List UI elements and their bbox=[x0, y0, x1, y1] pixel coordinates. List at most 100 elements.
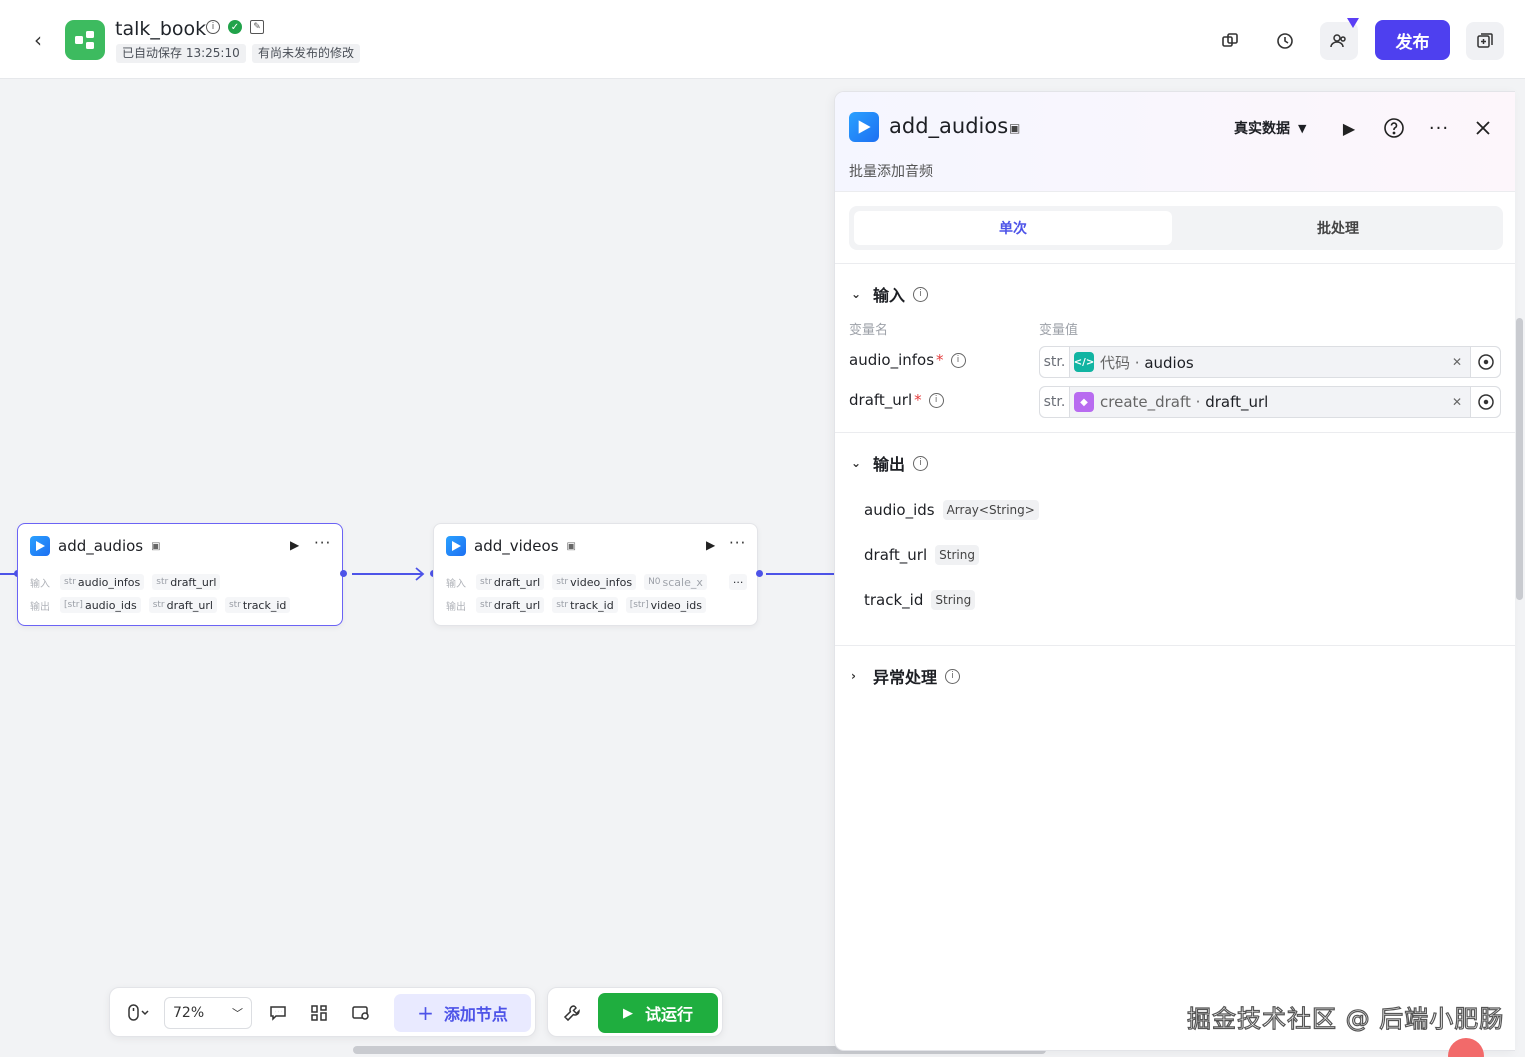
run-icon[interactable]: ▶ bbox=[1335, 114, 1363, 142]
mode-tabs: 单次 批处理 bbox=[849, 206, 1503, 250]
target-icon[interactable] bbox=[1470, 347, 1500, 377]
info-icon[interactable]: i bbox=[913, 286, 929, 302]
type-tag: Array<String> bbox=[942, 500, 1039, 520]
edge-audios-videos bbox=[352, 573, 422, 575]
node-run-icon[interactable]: ▶ bbox=[706, 538, 715, 552]
var-reference: create_draft · draft_url bbox=[1100, 393, 1269, 411]
add-node-button[interactable]: + 添加节点 bbox=[394, 994, 531, 1032]
zoom-value: 72% bbox=[173, 1005, 205, 1021]
more-params-chip[interactable]: ··· bbox=[728, 574, 748, 590]
more-icon[interactable]: ··· bbox=[1425, 114, 1453, 142]
edit-icon[interactable]: ✎ bbox=[250, 20, 264, 34]
panel-header bbox=[835, 92, 1515, 192]
node-run-icon[interactable]: ▶ bbox=[290, 538, 299, 552]
caret-down-icon: ▼ bbox=[1298, 121, 1307, 135]
port-audios-out[interactable] bbox=[340, 570, 347, 577]
app-logo bbox=[65, 20, 105, 60]
chevron-down-icon: ⌄ bbox=[851, 456, 862, 470]
run-toolbar: ▶ 试运行 bbox=[547, 987, 723, 1037]
param-chip: str video_infos bbox=[552, 574, 637, 590]
data-source-value: 真实数据 bbox=[1234, 121, 1290, 137]
close-icon[interactable] bbox=[1469, 114, 1497, 142]
node-add-videos[interactable]: add_videos ▣ ▶ ··· 输入 str draft_url str vi… bbox=[433, 523, 758, 626]
info-icon[interactable]: i bbox=[206, 20, 220, 34]
chevron-right-icon: › bbox=[851, 669, 856, 683]
edge-out-videos bbox=[766, 573, 834, 575]
autosave-tag: 已自动保存 13:25:10 bbox=[116, 44, 246, 63]
input-row-label: 输入 bbox=[30, 578, 50, 590]
vertical-scrollbar[interactable] bbox=[1516, 318, 1523, 600]
top-bar: ‹ talk_book i ✓ ✎ 已自动保存 13:25:10 有尚未发布的修… bbox=[0, 0, 1525, 79]
comment-icon[interactable] bbox=[262, 997, 294, 1029]
chevron-down-icon: ﹀ bbox=[232, 1007, 243, 1020]
column-label-value: 变量值 bbox=[1039, 323, 1079, 338]
node-more-icon[interactable]: ··· bbox=[729, 534, 746, 552]
output-var: draft_url String bbox=[864, 545, 979, 565]
target-icon[interactable] bbox=[1470, 387, 1500, 417]
input-heading: 输入 bbox=[873, 286, 906, 305]
output-section-header[interactable]: ⌄ 输出 i bbox=[851, 451, 929, 475]
output-row-label: 输出 bbox=[446, 601, 466, 613]
param-chip: str track_id bbox=[224, 597, 291, 613]
column-label-name: 变量名 bbox=[849, 323, 889, 338]
type-tag: String bbox=[935, 545, 979, 565]
info-icon[interactable]: i bbox=[913, 455, 929, 471]
input-section-header[interactable]: ⌄ 输入 i bbox=[851, 282, 929, 306]
node-title: add_audios bbox=[58, 537, 144, 555]
plugin-icon bbox=[446, 536, 466, 556]
panel-toggle-icon[interactable] bbox=[1466, 22, 1504, 60]
watermark: 掘金技术社区 @ 后端小肥肠 bbox=[1186, 1004, 1505, 1033]
publish-button[interactable]: 发布 bbox=[1375, 20, 1450, 60]
wrench-icon[interactable] bbox=[556, 997, 588, 1029]
divider bbox=[835, 645, 1515, 646]
back-icon[interactable]: ‹ bbox=[26, 28, 50, 52]
param-chip: str draft_url bbox=[152, 574, 221, 590]
minimap-icon[interactable] bbox=[345, 997, 377, 1029]
node-more-icon[interactable]: ··· bbox=[314, 534, 331, 552]
port-videos-out[interactable] bbox=[756, 570, 763, 577]
node-title: add_videos bbox=[474, 537, 559, 555]
mouse-mode-icon[interactable] bbox=[120, 997, 156, 1029]
trial-run-button[interactable]: ▶ 试运行 bbox=[598, 993, 718, 1033]
node-config-panel: add_audios ▣ 批量添加音频 真实数据 ▼ ▶ ··· 单次 批处理 … bbox=[834, 91, 1515, 1051]
info-icon[interactable]: i bbox=[945, 668, 961, 684]
param-chip: N0 scale_x bbox=[644, 574, 707, 590]
clear-icon[interactable]: ✕ bbox=[1452, 395, 1462, 409]
panel-description: 批量添加音频 bbox=[849, 164, 933, 180]
panel-title: add_audios bbox=[889, 114, 1009, 138]
type-label: str. bbox=[1040, 387, 1070, 417]
copy-icon[interactable] bbox=[1211, 22, 1249, 60]
code-node-icon: </> bbox=[1074, 352, 1094, 372]
tab-single[interactable]: 单次 bbox=[854, 211, 1172, 245]
app-title: talk_book bbox=[115, 18, 207, 40]
info-icon[interactable]: i bbox=[928, 392, 944, 408]
clear-icon[interactable]: ✕ bbox=[1452, 355, 1462, 369]
var-value-draft-url[interactable]: str. ◆ create_draft · draft_url ✕ bbox=[1039, 386, 1501, 418]
exception-section-header[interactable]: › 异常处理 i bbox=[851, 664, 961, 688]
help-icon[interactable] bbox=[1380, 114, 1408, 142]
divider bbox=[835, 432, 1515, 433]
history-icon[interactable] bbox=[1266, 22, 1304, 60]
play-icon: ▶ bbox=[622, 1005, 633, 1021]
data-source-select[interactable]: 真实数据 ▼ bbox=[1234, 118, 1306, 138]
canvas-toolbar: 72% ﹀ + 添加节点 bbox=[109, 987, 536, 1037]
param-chip: str track_id bbox=[552, 597, 618, 613]
layout-icon[interactable] bbox=[303, 997, 335, 1029]
var-reference: 代码 · audios bbox=[1100, 353, 1194, 372]
type-tag: String bbox=[931, 590, 976, 610]
param-chip: str audio_infos bbox=[60, 574, 145, 590]
add-node-label: 添加节点 bbox=[443, 1005, 508, 1024]
param-chip: [str] video_ids bbox=[625, 597, 706, 613]
var-name-audio-infos: audio_infos * i bbox=[849, 351, 966, 369]
workflow-canvas[interactable]: add_audios ▣ ▶ ··· 输入 str audio_infos str… bbox=[0, 80, 834, 1057]
bot-icon: ▣ bbox=[151, 540, 161, 552]
var-value-audio-infos[interactable]: str. </> 代码 · audios ✕ bbox=[1039, 346, 1501, 378]
info-icon[interactable]: i bbox=[950, 352, 966, 368]
output-var: track_id String bbox=[864, 590, 976, 610]
node-add-audios[interactable]: add_audios ▣ ▶ ··· 输入 str audio_infos str… bbox=[17, 523, 343, 626]
collaborators-icon[interactable] bbox=[1320, 18, 1359, 60]
zoom-select[interactable]: 72% ﹀ bbox=[164, 997, 252, 1029]
type-label: str. bbox=[1040, 347, 1070, 377]
param-chip: str draft_url bbox=[476, 597, 545, 613]
tab-batch[interactable]: 批处理 bbox=[1179, 211, 1497, 245]
